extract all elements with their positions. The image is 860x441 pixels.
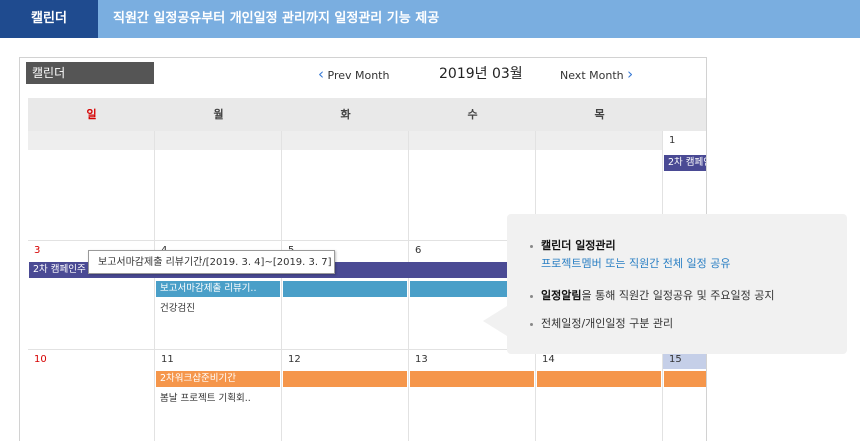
event-bar[interactable] <box>410 371 534 387</box>
weekday-thu: 목 <box>536 98 664 131</box>
next-month-button[interactable]: Next Month › <box>560 66 633 84</box>
day-cell[interactable]: 13 <box>409 350 536 441</box>
day-cell[interactable]: 10 <box>28 350 155 441</box>
prev-month-label: Prev Month <box>327 69 390 82</box>
day-cell[interactable] <box>282 131 409 241</box>
feature-item: 캘린더 일정관리 <box>530 238 616 254</box>
event-bar[interactable] <box>537 371 661 387</box>
event-text[interactable]: 건강검진 <box>160 302 195 316</box>
feature-item: 일정알림을 통해 직원간 일정공유 및 주요일정 공지 <box>530 288 775 304</box>
bullet-icon <box>530 244 533 248</box>
bullet-icon <box>530 322 533 326</box>
event-bar[interactable] <box>664 371 706 387</box>
day-number: 12 <box>282 350 408 369</box>
weekday-mon: 월 <box>155 98 283 131</box>
chevron-left-icon: ‹ <box>318 65 324 83</box>
event-bar[interactable]: 보고서마감제출 리뷰기.. <box>156 281 280 297</box>
event-bar[interactable] <box>283 281 407 297</box>
day-cell[interactable]: 12 <box>282 350 409 441</box>
day-number <box>282 131 408 150</box>
section-header: 캘린더 직원간 일정공유부터 개인일정 관리까지 일정관리 기능 제공 <box>0 0 860 38</box>
day-cell[interactable]: 14 <box>536 350 663 441</box>
section-description: 직원간 일정공유부터 개인일정 관리까지 일정관리 기능 제공 <box>113 11 440 26</box>
chevron-right-icon: › <box>627 65 634 83</box>
day-number <box>536 131 662 150</box>
day-number <box>409 131 535 150</box>
feature-text: 전체일정/개인일정 구분 관리 <box>541 317 674 330</box>
bullet-icon <box>530 294 533 298</box>
next-month-label: Next Month <box>560 69 624 82</box>
feature-callout: 캘린더 일정관리 프로젝트멤버 또는 직원간 전체 일정 공유 일정알림을 통해… <box>483 214 847 354</box>
feature-bold: 일정알림 <box>541 289 582 302</box>
feature-subtitle: 프로젝트멤버 또는 직원간 전체 일정 공유 <box>541 257 731 270</box>
weekday-tue: 화 <box>282 98 410 131</box>
section-tag: 캘린더 <box>0 0 98 38</box>
day-number <box>28 131 154 150</box>
event-text[interactable]: 봄날 프로젝트 기획회.. <box>160 392 251 406</box>
event-bar[interactable]: 2차워크샵준비기간 <box>156 371 280 387</box>
weekday-sun: 일 <box>28 98 156 131</box>
callout-arrow <box>483 306 507 336</box>
current-month: 2019년 03월 <box>439 66 523 82</box>
prev-month-button[interactable]: ‹ Prev Month <box>318 66 389 84</box>
event-tooltip: 보고서마감제출 리뷰기간/[2019. 3. 4]~[2019. 3. 7] <box>88 250 335 274</box>
day-number: 10 <box>28 350 154 369</box>
day-cell[interactable]: 15 <box>663 350 706 441</box>
day-number: 1 <box>663 131 706 150</box>
weekday-fri <box>663 98 706 131</box>
calendar-title: 캘린더 <box>26 62 154 84</box>
event-bar[interactable]: 2차 캠페인 <box>664 155 706 171</box>
day-number: 11 <box>155 350 281 369</box>
weekday-wed: 수 <box>409 98 537 131</box>
feature-title: 캘린더 일정관리 <box>541 239 616 252</box>
day-cell[interactable] <box>155 131 282 241</box>
feature-text: 을 통해 직원간 일정공유 및 주요일정 공지 <box>581 289 775 302</box>
day-number <box>155 131 281 150</box>
event-bar[interactable] <box>283 371 407 387</box>
feature-item: 전체일정/개인일정 구분 관리 <box>530 316 673 332</box>
day-cell[interactable] <box>28 131 155 241</box>
